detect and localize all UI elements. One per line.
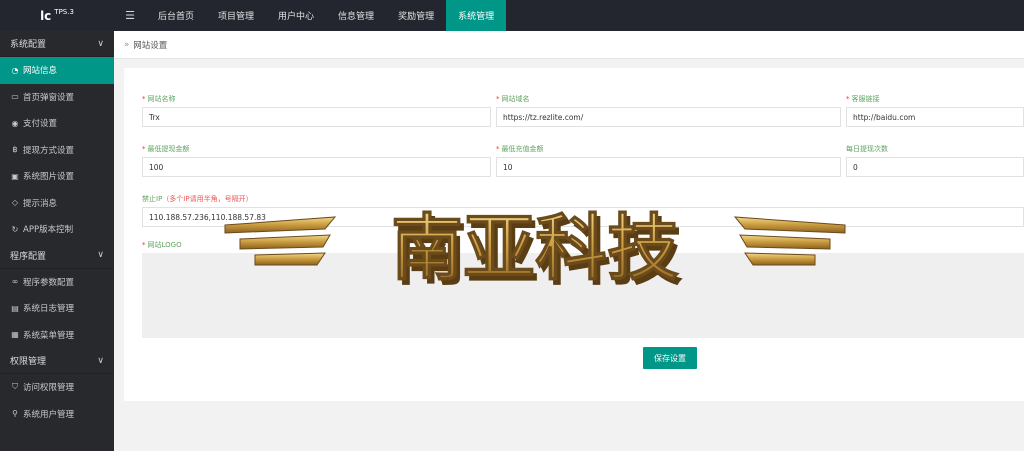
site-name-field: * 网站名称 Trx <box>142 94 491 127</box>
file-icon: ▤ <box>11 303 19 313</box>
sidebar-item-system-users[interactable]: ⚲ 系统用户管理 <box>0 401 114 428</box>
sidebar-item-system-menus[interactable]: ▦ 系统菜单管理 <box>0 322 114 349</box>
sidebar-group-label: 权限管理 <box>10 357 47 367</box>
service-link-label: 客服链接 <box>851 95 880 103</box>
sidebar-group-system-config[interactable]: 系统配置 ∨ <box>0 31 114 57</box>
sidebar: lc TPS.3 系统配置 ∨ ◔ 网站信息 ▭ 首页弹窗设置 ◉ 支付设置 ฿ … <box>0 0 114 451</box>
double-chevron-right-icon: » <box>124 39 130 50</box>
ip-block-input[interactable]: 110.188.57.236,110.188.57.83 <box>142 207 1024 227</box>
settings-form: * 网站名称 Trx * 网站域名 https://tz.rezlite.com/ … <box>124 68 1024 401</box>
shield-icon: ⛉ <box>12 382 18 392</box>
tag-icon: ◇ <box>11 198 19 208</box>
sidebar-item-label: 系统日志管理 <box>23 304 75 315</box>
tab-rewards[interactable]: 奖励管理 <box>386 0 446 31</box>
sidebar-item-app-version[interactable]: ↻ APP版本控制 <box>0 216 114 243</box>
min-recharge-input[interactable]: 10 <box>496 157 841 177</box>
sidebar-item-label: 系统菜单管理 <box>23 330 75 341</box>
tab-dashboard[interactable]: 后台首页 <box>146 0 206 31</box>
daily-withdraw-input[interactable]: 0 <box>846 157 1024 177</box>
daily-withdraw-label: 每日提现次数 <box>846 145 888 153</box>
circle-icon: ◉ <box>11 118 19 128</box>
sidebar-item-payment-settings[interactable]: ◉ 支付设置 <box>0 110 114 137</box>
save-button[interactable]: 保存设置 <box>643 347 697 369</box>
chevron-down-icon: ∨ <box>97 38 104 49</box>
sidebar-item-image-settings[interactable]: ▣ 系统图片设置 <box>0 163 114 190</box>
ip-block-hint: （多个IP请用半角，号隔开） <box>162 195 253 203</box>
sidebar-item-messages[interactable]: ◇ 提示消息 <box>0 190 114 217</box>
sidebar-item-label: 首页弹窗设置 <box>23 92 75 103</box>
sidebar-item-popup-settings[interactable]: ▭ 首页弹窗设置 <box>0 84 114 111</box>
logo-upload-area[interactable] <box>142 253 1024 338</box>
sidebar-item-site-info[interactable]: ◔ 网站信息 <box>0 57 114 84</box>
daily-withdraw-field: 每日提现次数 0 <box>846 144 1024 177</box>
ip-block-label: 禁止IP <box>142 195 163 203</box>
tab-users[interactable]: 用户中心 <box>266 0 326 31</box>
bitcoin-icon: ฿ <box>12 145 18 155</box>
site-domain-field: * 网站域名 https://tz.rezlite.com/ <box>496 94 841 127</box>
link-icon: ∞ <box>11 277 19 287</box>
min-withdraw-input[interactable]: 100 <box>142 157 491 177</box>
sidebar-item-label: 提示消息 <box>23 198 58 209</box>
required-mark: * <box>142 95 146 103</box>
sidebar-item-label: 网站信息 <box>23 66 58 77</box>
required-mark: * <box>142 241 146 249</box>
tab-projects[interactable]: 项目管理 <box>206 0 266 31</box>
breadcrumb-current: 网站设置 <box>133 40 168 51</box>
sidebar-item-label: 支付设置 <box>23 119 58 130</box>
sidebar-item-label: APP版本控制 <box>23 225 74 236</box>
logo-label: 网站LOGO <box>147 241 182 249</box>
site-domain-label: 网站域名 <box>501 95 530 103</box>
sidebar-group-program-config[interactable]: 程序配置 ∨ <box>0 242 114 269</box>
tab-info[interactable]: 信息管理 <box>326 0 386 31</box>
app-logo-text: lc <box>40 8 52 23</box>
sidebar-item-label: 系统用户管理 <box>23 409 75 420</box>
min-recharge-label: 最低充值金额 <box>501 145 544 153</box>
logo-field: * 网站LOGO <box>142 240 442 250</box>
required-mark: * <box>496 145 500 153</box>
sidebar-group-permissions[interactable]: 权限管理 ∨ <box>0 348 114 374</box>
refresh-icon: ↻ <box>11 224 19 234</box>
ip-block-field: 禁止IP（多个IP请用半角，号隔开） 110.188.57.236,110.18… <box>142 194 1024 227</box>
sidebar-item-system-logs[interactable]: ▤ 系统日志管理 <box>0 295 114 322</box>
sidebar-item-program-params[interactable]: ∞ 程序参数配置 <box>0 269 114 296</box>
hamburger-icon[interactable]: ☰ <box>114 0 146 31</box>
service-link-field: * 客服链接 http://baidu.com <box>846 94 1024 127</box>
calendar-icon: ▦ <box>11 330 19 340</box>
popup-icon: ▭ <box>11 92 19 102</box>
sidebar-group-label: 程序配置 <box>10 251 47 262</box>
user-icon: ⚲ <box>12 409 18 419</box>
top-nav: ☰ 后台首页 项目管理 用户中心 信息管理 奖励管理 系统管理 <box>114 0 1024 31</box>
site-name-input[interactable]: Trx <box>142 107 491 127</box>
min-withdraw-field: * 最低提现金额 100 <box>142 144 491 177</box>
site-domain-input[interactable]: https://tz.rezlite.com/ <box>496 107 841 127</box>
service-link-input[interactable]: http://baidu.com <box>846 107 1024 127</box>
min-withdraw-label: 最低提现金额 <box>147 145 190 153</box>
breadcrumb: » 网站设置 <box>114 31 1024 59</box>
site-name-label: 网站名称 <box>147 95 176 103</box>
sidebar-item-label: 访问权限管理 <box>23 383 75 394</box>
dashboard-icon: ◔ <box>11 65 19 75</box>
sidebar-item-label: 程序参数配置 <box>23 277 75 288</box>
app-logo[interactable]: lc TPS.3 <box>0 0 114 31</box>
sidebar-item-access-permissions[interactable]: ⛉ 访问权限管理 <box>0 374 114 401</box>
required-mark: * <box>846 95 850 103</box>
sidebar-item-label: 系统图片设置 <box>23 172 75 183</box>
tab-system[interactable]: 系统管理 <box>446 0 507 31</box>
image-icon: ▣ <box>11 171 19 181</box>
required-mark: * <box>142 145 146 153</box>
chevron-down-icon: ∨ <box>97 250 104 260</box>
required-mark: * <box>496 95 500 103</box>
sidebar-item-withdraw-methods[interactable]: ฿ 提现方式设置 <box>0 137 114 164</box>
min-recharge-field: * 最低充值金额 10 <box>496 144 841 177</box>
sidebar-group-label: 系统配置 <box>10 40 47 50</box>
sidebar-item-label: 提现方式设置 <box>23 145 75 156</box>
chevron-down-icon: ∨ <box>97 355 104 366</box>
app-version: TPS.3 <box>54 7 74 16</box>
